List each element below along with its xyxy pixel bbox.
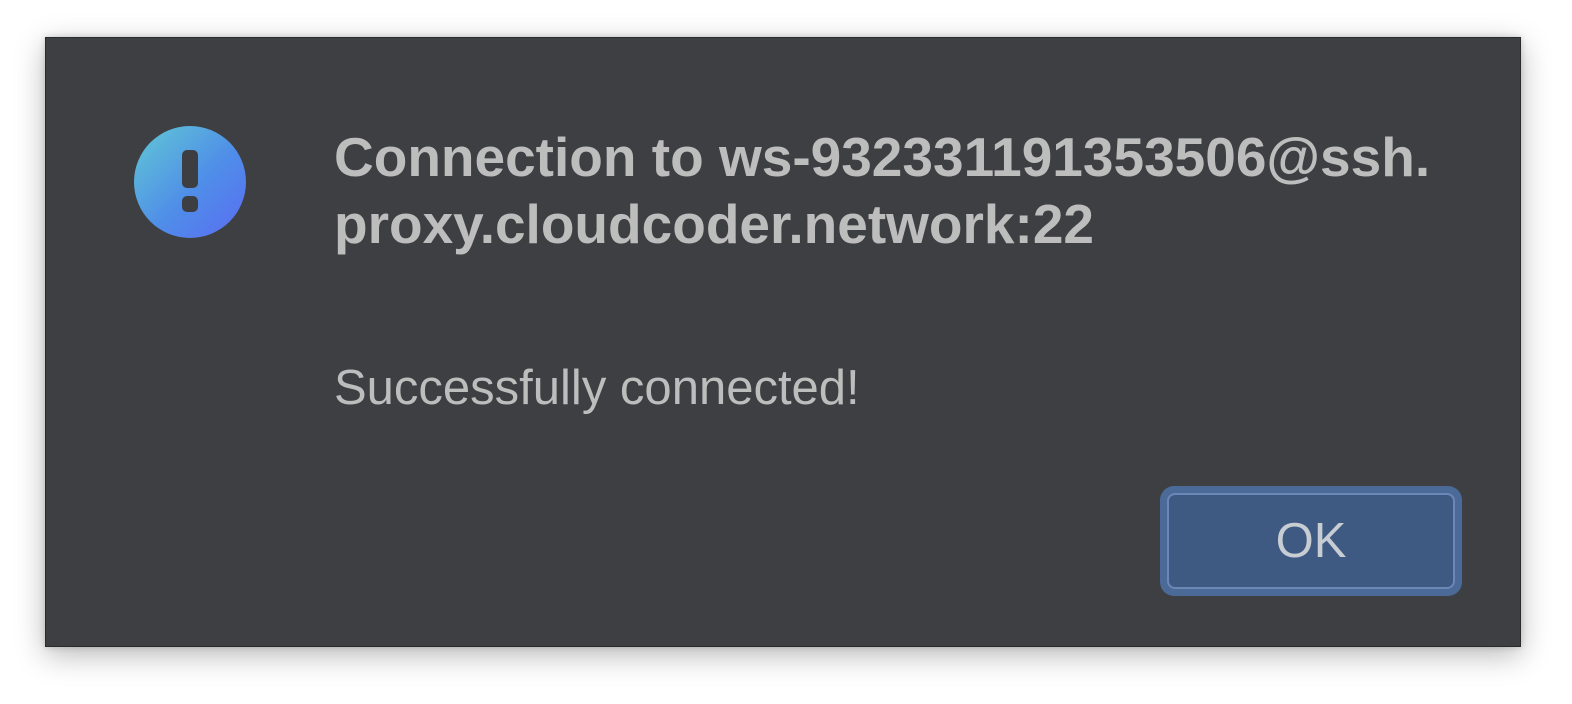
ok-button-label: OK [1167, 493, 1455, 589]
alert-dialog: Connection to ws-932331191353506@ssh.pro… [45, 37, 1521, 647]
ok-button[interactable]: OK [1160, 486, 1462, 596]
dialog-title: Connection to ws-932331191353506@ssh.pro… [334, 126, 1431, 255]
dialog-message: Successfully connected! [334, 361, 860, 415]
exclamation-icon [134, 126, 246, 238]
